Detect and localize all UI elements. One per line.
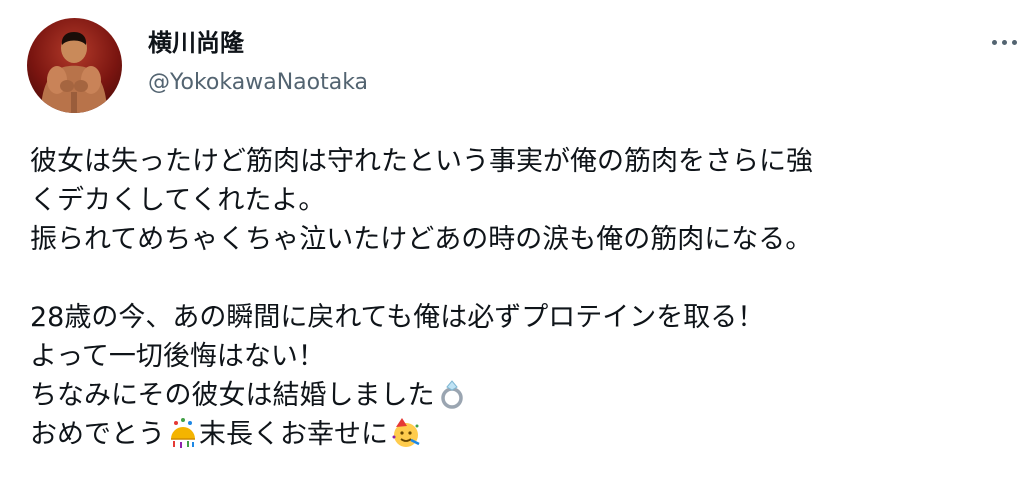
avatar-image xyxy=(41,32,107,113)
tweet-line-with-emoji: おめでとう 末長くお幸せに xyxy=(30,415,1020,454)
tweet-line: 振られてめちゃくちゃ泣いたけどあの時の涙も俺の筋肉になる。 xyxy=(30,224,813,255)
partying-face-emoji xyxy=(392,418,420,447)
tweet-line-text: ちなみにその彼女は結婚しました xyxy=(30,380,435,411)
tweet-line: 彼女は失ったけど筋肉は守れたという事実が俺の筋肉をさらに強 xyxy=(30,146,813,177)
more-icon xyxy=(991,39,997,45)
tweet-text: 彼女は失ったけど筋肉は守れたという事実が俺の筋肉をさらに強 くデカくしてくれたよ… xyxy=(30,142,1020,454)
more-options-button[interactable] xyxy=(984,30,1024,54)
tweet-line: 28歳の今、あの瞬間に戻れても俺は必ずプロテインを取る！ xyxy=(30,302,765,333)
confetti-ball-emoji xyxy=(171,418,195,448)
tweet-line-with-emoji: ちなみにその彼女は結婚しました xyxy=(30,376,1020,415)
tweet-card: 横川尚隆 @YokokawaNaotaka 彼女は失ったけど筋肉は守れたという事… xyxy=(0,0,1034,489)
tweet-line: よって一切後悔はない！ xyxy=(30,341,325,372)
user-handle[interactable]: @YokokawaNaotaka xyxy=(148,68,368,98)
tweet-line-text: おめでとう xyxy=(30,419,165,450)
more-icon xyxy=(1001,39,1007,45)
display-name[interactable]: 横川尚隆 xyxy=(148,28,244,58)
ring-emoji xyxy=(441,380,464,409)
tweet-line: くデカくしてくれたよ。 xyxy=(30,185,326,216)
avatar[interactable] xyxy=(27,18,122,113)
tweet-line-text: 末長くお幸せに xyxy=(199,419,388,450)
more-icon xyxy=(1011,39,1017,45)
